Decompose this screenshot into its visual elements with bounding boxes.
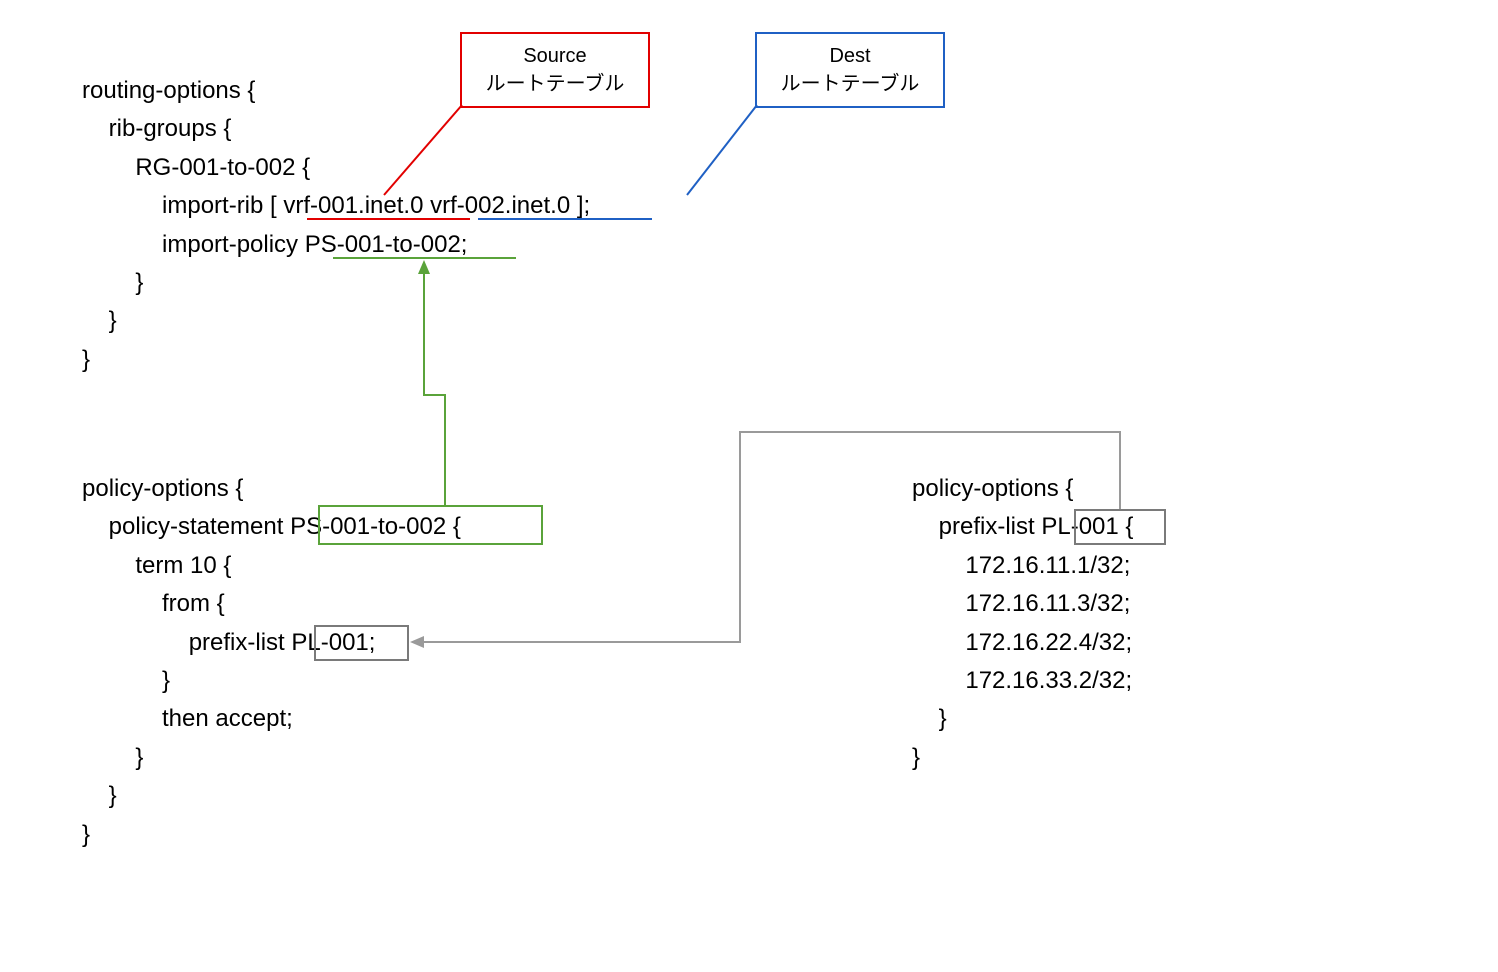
highlight-prefix-list-ref xyxy=(314,625,409,661)
dest-title: Dest xyxy=(769,42,931,70)
routing-options-code: routing-options { rib-groups { RG-001-to… xyxy=(82,72,590,379)
blue-connector-line xyxy=(687,105,757,195)
highlight-prefix-list-def xyxy=(1074,509,1166,545)
dest-label-box: Dest ルートテーブル xyxy=(755,32,945,108)
highlight-policy-statement-name xyxy=(318,505,543,545)
source-title: Source xyxy=(474,42,636,70)
dest-subtitle: ルートテーブル xyxy=(769,70,931,98)
